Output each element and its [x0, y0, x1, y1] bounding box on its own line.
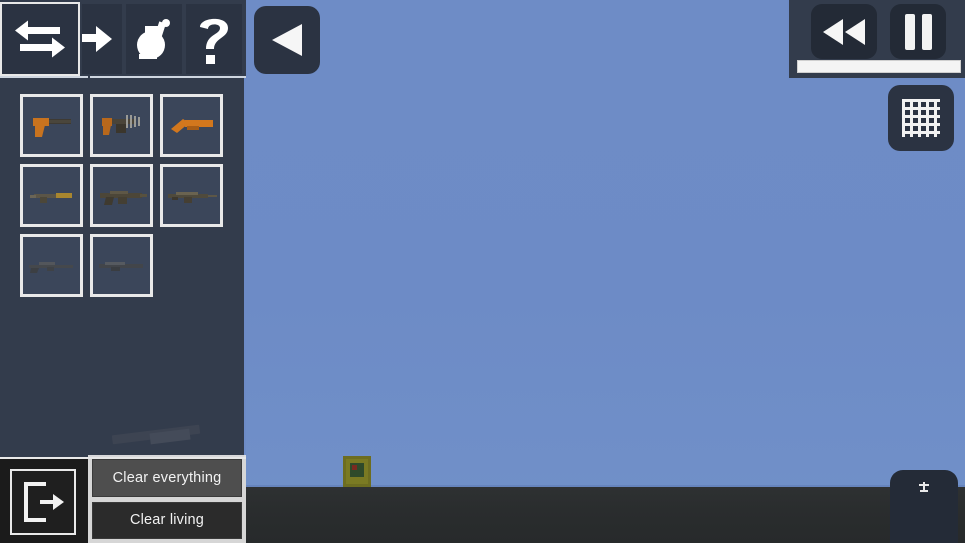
grid-button[interactable]: [888, 85, 954, 151]
weapon-slot-sawed-off-shotgun[interactable]: [160, 94, 223, 157]
sawed-off-shotgun-icon: [169, 113, 215, 139]
question-mark-icon: [194, 13, 234, 65]
play-left-triangle-icon: [270, 22, 304, 58]
tab-underline-left: [0, 76, 88, 78]
crate-face: [350, 463, 364, 477]
game-screen: Clear everything Clear living: [0, 0, 965, 543]
drop-button[interactable]: [890, 470, 958, 543]
pause-button[interactable]: [890, 4, 946, 59]
machine-pistol-icon: [98, 110, 146, 142]
swap-arrows-icon: [12, 17, 68, 61]
clear-actions-panel: Clear everything Clear living: [88, 455, 246, 543]
assault-rifle-icon: [96, 185, 148, 207]
timeline-slider[interactable]: [797, 60, 961, 73]
tab-underline-right: [90, 76, 246, 78]
anchor-icon: [917, 480, 931, 494]
submachine-gun-icon: [28, 186, 76, 206]
exit-button[interactable]: [10, 469, 76, 535]
pause-icon-bar-2: [921, 13, 932, 50]
rewind-button[interactable]: [811, 4, 877, 59]
exit-icon: [20, 480, 66, 524]
weapon-slot-machine-pistol[interactable]: [90, 94, 153, 157]
clear-living-button[interactable]: Clear living: [92, 501, 242, 539]
sniper-rifle-icon: [27, 257, 77, 275]
rewind-icon: [821, 18, 867, 46]
weapon-slot-heavy-rifle[interactable]: [90, 234, 153, 297]
back-button[interactable]: [254, 6, 320, 74]
clear-everything-button[interactable]: Clear everything: [92, 459, 242, 497]
crate-detail: [352, 465, 357, 470]
weapon-slot-sniper-rifle[interactable]: [20, 234, 83, 297]
heavy-rifle-icon: [97, 258, 147, 274]
arrow-right-icon: [82, 22, 114, 56]
weapon-slot-assault-rifle[interactable]: [90, 164, 153, 227]
sidebar-item-help[interactable]: [184, 2, 244, 76]
weapon-slot-pistol[interactable]: [20, 94, 83, 157]
grid-icon: [900, 97, 942, 139]
selected-weapon-preview: [0, 398, 246, 454]
weapon-grid: [20, 94, 232, 297]
battle-rifle-icon: [166, 186, 218, 206]
grenade-icon: [129, 14, 179, 64]
pistol-icon: [29, 111, 75, 141]
pause-icon: [904, 13, 915, 50]
weapon-slot-battle-rifle[interactable]: [160, 164, 223, 227]
sidebar-item-explosives[interactable]: [124, 2, 184, 76]
playback-panel: [787, 0, 965, 80]
category-tab-strip: [0, 0, 246, 78]
weapon-slot-submachine-gun[interactable]: [20, 164, 83, 227]
sidebar-item-swap[interactable]: [0, 2, 80, 76]
sidebar-item-spawn[interactable]: [80, 2, 124, 76]
crate-prop[interactable]: [343, 456, 371, 487]
